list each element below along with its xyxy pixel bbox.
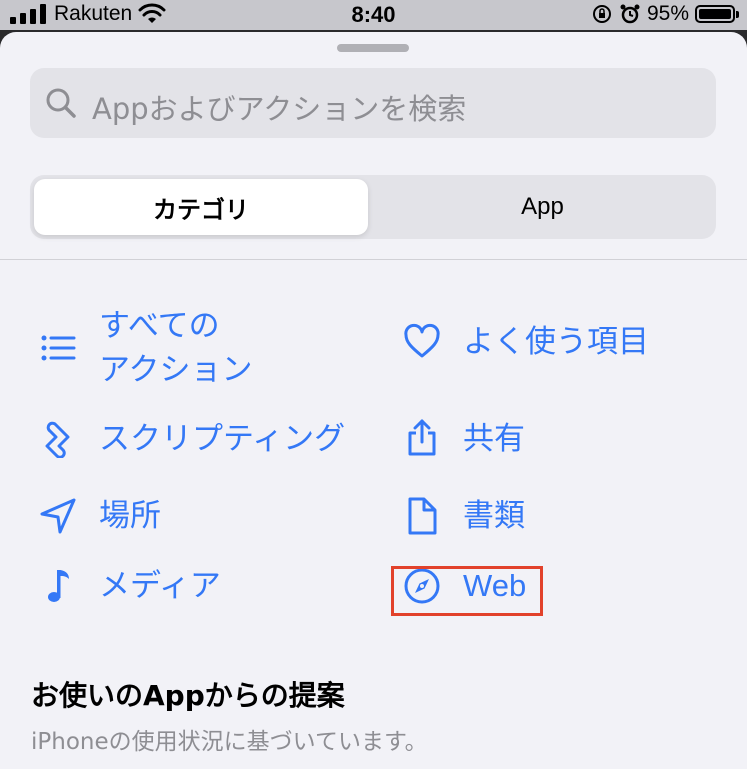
category-label: よく使う項目 [463,324,649,360]
category-location[interactable]: 場所 [39,494,369,538]
document-icon [408,497,437,535]
category-media[interactable]: メディア [39,564,369,608]
status-bar: Rakuten 8:40 95% [0,0,747,30]
battery-icon [695,5,739,23]
battery-percent: 95% [646,2,689,25]
category-documents[interactable]: 書類 [403,494,723,538]
category-sharing[interactable]: 共有 [403,417,723,461]
share-icon [408,419,436,456]
category-label: 共有 [463,421,525,457]
category-label: 場所 [99,498,161,534]
segment-categories[interactable]: カテゴリ [34,179,368,235]
status-right: 95% [591,2,739,26]
sheet-grabber[interactable] [337,44,409,52]
category-label-line2: アクション [99,352,253,388]
category-all-actions[interactable]: すべての アクション [39,304,369,392]
suggestions-title: お使いのAppからの提案 [31,679,345,712]
search-field[interactable]: Appおよびアクションを検索 [30,68,716,138]
alarm-icon [620,4,640,24]
heart-icon [404,323,440,358]
search-placeholder: Appおよびアクションを検索 [92,92,467,126]
category-label: メディア [99,568,221,604]
category-label: すべての [99,308,220,344]
search-icon [46,88,76,118]
segment-apps[interactable]: App [373,179,712,235]
divider [0,259,747,260]
action-picker-sheet: Appおよびアクションを検索 カテゴリ App すべての アクション よく使う項… [0,32,747,769]
list-icon [41,335,76,361]
orientation-lock-icon [592,5,611,23]
category-label: スクリプティング [99,421,346,457]
category-scripting[interactable]: スクリプティング [39,417,369,461]
suggestions-subtitle: iPhoneの使用状況に基づいています。 [31,729,428,755]
category-label: 書類 [463,498,525,534]
category-favorites[interactable]: よく使う項目 [403,320,723,364]
battery-level [699,9,731,19]
highlight-box [391,566,543,616]
segmented-control: カテゴリ App [30,175,716,239]
scripting-icon [45,421,70,458]
location-icon [40,498,76,534]
music-note-icon [48,570,69,602]
